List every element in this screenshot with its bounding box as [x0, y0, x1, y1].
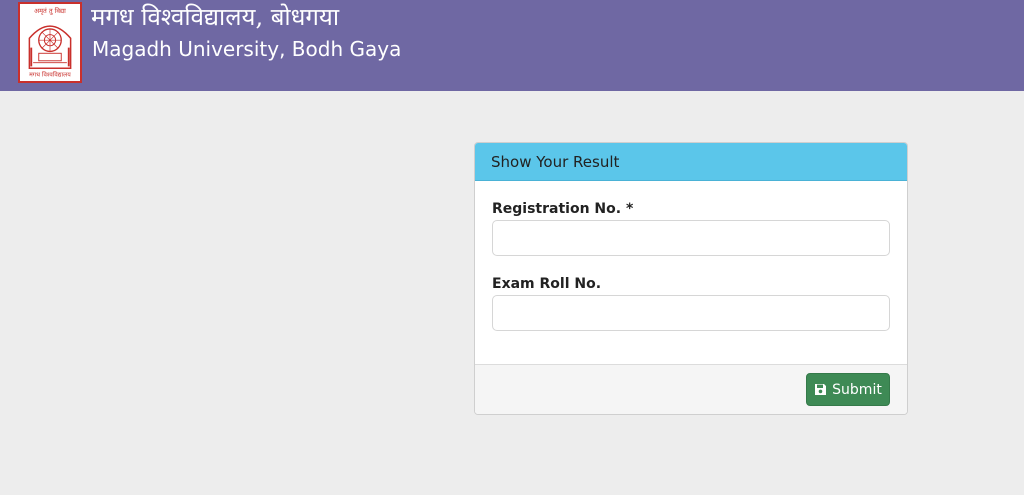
university-name-hindi: मगध विश्वविद्यालय, बोधगया	[91, 3, 340, 31]
university-seal-icon[interactable]: अमृतं तु विद्या मगध विश्वविद्यालय	[18, 2, 82, 83]
registration-field-group: Registration No. *	[492, 199, 890, 256]
save-icon	[814, 383, 827, 396]
submit-label: Submit	[832, 381, 882, 398]
panel-body: Registration No. * Exam Roll No.	[475, 181, 907, 366]
panel-title: Show Your Result	[475, 143, 907, 181]
university-name-english: Magadh University, Bodh Gaya	[92, 37, 402, 61]
exam-roll-label: Exam Roll No.	[492, 276, 602, 292]
result-form-panel: Show Your Result Registration No. * Exam…	[474, 142, 908, 415]
panel-footer: Submit	[475, 364, 907, 414]
registration-label: Registration No. *	[492, 201, 634, 217]
logo-top-text: अमृतं तु विद्या	[34, 7, 66, 15]
roll-field-group: Exam Roll No.	[492, 274, 890, 331]
site-header: अमृतं तु विद्या मगध विश्वविद्यालय मगध वि…	[0, 0, 1024, 91]
logo-bottom-text: मगध विश्वविद्यालय	[29, 71, 71, 79]
submit-button[interactable]: Submit	[806, 373, 890, 406]
registration-number-input[interactable]	[492, 220, 890, 256]
exam-roll-number-input[interactable]	[492, 295, 890, 331]
